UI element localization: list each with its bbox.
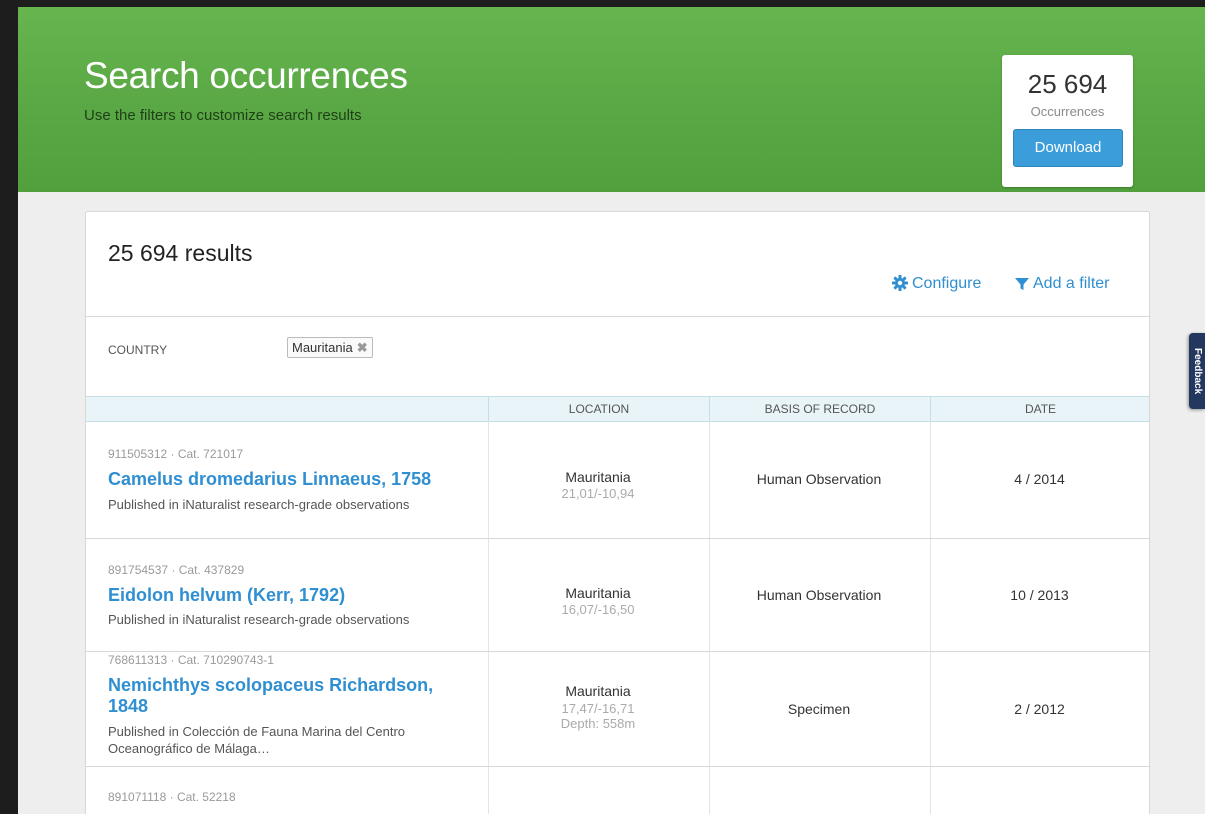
column-divider: [709, 767, 710, 814]
record-date: 10 / 2013: [1010, 587, 1069, 603]
location-coordinates: 16,07/-16,50: [561, 602, 635, 617]
basis-of-record: Specimen: [787, 701, 851, 717]
table-header: LOCATION BASIS OF RECORD DATE: [86, 396, 1149, 422]
filter-icon: [1015, 277, 1029, 296]
column-header-occurrence: [86, 397, 488, 421]
page-header: Search occurrences Use the filters to cu…: [18, 7, 1205, 192]
location-cell: Mauritania 17,47/-16,71 Depth: 558m: [488, 683, 708, 731]
species-link[interactable]: Nemichthys scolopaceus Richardson, 1848: [108, 675, 453, 717]
basis-of-record: Human Observation: [756, 471, 882, 487]
location-country: Mauritania: [565, 683, 631, 699]
column-header-date[interactable]: DATE: [930, 397, 1150, 421]
column-divider: [488, 767, 489, 814]
gear-icon: [892, 275, 908, 296]
occurrence-id: 891754537 · Cat. 437829: [108, 563, 245, 577]
filter-chip-country[interactable]: Mauritania ✖: [287, 337, 373, 358]
location-country: Mauritania: [565, 585, 631, 601]
occurrence-id: 891071118 · Cat. 52218: [108, 790, 236, 804]
divider: [86, 316, 1149, 317]
published-in: Published in iNaturalist research-grade …: [108, 497, 410, 512]
table-row[interactable]: 891071118 · Cat. 52218: [86, 767, 1149, 814]
location-cell: Mauritania 16,07/-16,50: [488, 585, 708, 617]
results-count: 25 694 results: [108, 240, 253, 266]
page-title: Search occurrences: [84, 55, 408, 96]
location-cell: Mauritania 21,01/-10,94: [488, 469, 708, 501]
page-subtitle: Use the filters to customize search resu…: [84, 107, 362, 124]
feedback-tab[interactable]: Feedback: [1189, 333, 1205, 409]
occurrence-count: 25 694: [1027, 69, 1108, 99]
configure-label: Configure: [912, 275, 982, 292]
occurrence-count-box: 25 694 Occurrences Download: [1002, 55, 1133, 187]
location-depth: Depth: 558m: [560, 716, 636, 731]
filter-label-country: COUNTRY: [108, 343, 168, 357]
column-header-basis-of-record[interactable]: BASIS OF RECORD: [709, 397, 930, 421]
record-date: 4 / 2014: [1014, 471, 1065, 487]
table-row[interactable]: 891754537 · Cat. 437829 Eidolon helvum (…: [86, 539, 1149, 652]
results-card: 25 694 results Configure Add a filter CO…: [85, 211, 1150, 814]
download-button[interactable]: Download: [1013, 129, 1123, 167]
table-row[interactable]: 768611313 · Cat. 710290743-1 Nemichthys …: [86, 652, 1149, 767]
location-coordinates: 17,47/-16,71: [561, 701, 635, 716]
table-row[interactable]: 911505312 · Cat. 721017 Camelus dromedar…: [86, 421, 1149, 539]
location-coordinates: 21,01/-10,94: [561, 486, 635, 501]
published-in: Published in iNaturalist research-grade …: [108, 612, 410, 627]
configure-button[interactable]: Configure: [892, 275, 981, 296]
basis-of-record: Human Observation: [756, 587, 882, 603]
column-divider: [930, 767, 931, 814]
occurrence-count-label: Occurrences: [1030, 104, 1105, 119]
record-date: 2 / 2012: [1014, 701, 1065, 717]
occurrence-id: 768611313 · Cat. 710290743-1: [108, 653, 274, 667]
species-link[interactable]: Eidolon helvum (Kerr, 1792): [108, 585, 468, 606]
add-filter-label: Add a filter: [1033, 275, 1110, 292]
column-header-location[interactable]: LOCATION: [488, 397, 709, 421]
page: Search occurrences Use the filters to cu…: [18, 7, 1205, 814]
remove-filter-icon[interactable]: ✖: [357, 340, 368, 355]
occurrence-id: 911505312 · Cat. 721017: [108, 447, 244, 461]
location-country: Mauritania: [565, 469, 631, 485]
species-link[interactable]: Camelus dromedarius Linnaeus, 1758: [108, 469, 468, 490]
add-filter-button[interactable]: Add a filter: [1015, 275, 1109, 296]
filter-chip-value: Mauritania: [292, 340, 353, 355]
published-in: Published in Colección de Fauna Marina d…: [108, 724, 406, 756]
